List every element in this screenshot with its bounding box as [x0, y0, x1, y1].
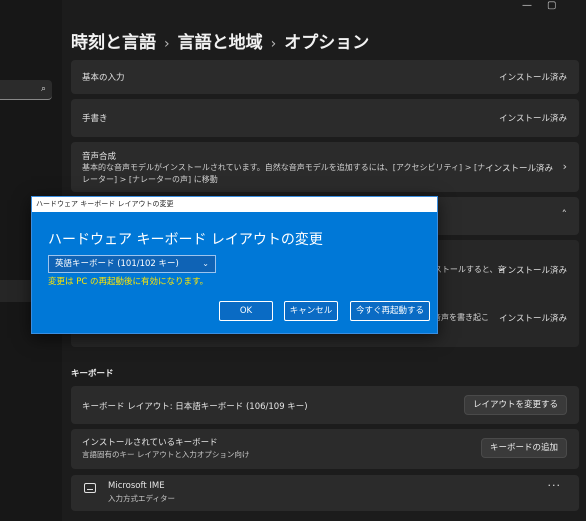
cancel-button[interactable]: キャンセル	[284, 301, 338, 321]
change-layout-button[interactable]: レイアウトを変更する	[463, 395, 567, 415]
card-installed-keyboards: インストールされているキーボード 言語固有のキー レイアウトと入力オプション向け…	[71, 429, 579, 469]
restart-notice: 変更は PC の再起動後に有効になります。	[48, 277, 209, 287]
breadcrumb-language-region[interactable]: 言語と地域	[178, 33, 263, 53]
card-title: 手書き	[82, 114, 108, 124]
card-microsoft-ime[interactable]: Microsoft IME 入力方式エディター ···	[71, 475, 579, 511]
card-subtitle: 言語固有のキー レイアウトと入力オプション向け	[82, 450, 250, 459]
status-text: インストール済み	[499, 114, 567, 124]
card-title: インストールされているキーボード	[82, 438, 218, 448]
card-speech-synthesis[interactable]: 音声合成 基本的な音声モデルがインストールされています。自然な音声モデルを追加す…	[71, 142, 579, 192]
page-title: オプション	[284, 33, 370, 53]
status-text: インストール済み	[485, 164, 553, 174]
layout-select[interactable]: 英語キーボード (101/102 キー) ⌄	[48, 255, 216, 273]
restart-now-button[interactable]: 今すぐ再起動する	[350, 301, 430, 321]
search-input[interactable]: ⌕	[0, 80, 52, 100]
card-title: キーボード レイアウト: 日本語キーボード (106/109 キー)	[82, 402, 308, 412]
status-text: インストール済み	[499, 314, 567, 324]
card-description: 基本的な音声モデルがインストールされています。自然な音声モデルを追加するには、[…	[82, 163, 486, 184]
chevron-right-icon: ›	[270, 36, 277, 52]
dialog-heading: ハードウェア キーボード レイアウトの変更	[48, 232, 323, 248]
dialog-titlebar: ハードウェア キーボード レイアウトの変更	[32, 197, 437, 212]
chevron-down-icon: ⌄	[202, 259, 209, 268]
minimize-button[interactable]: —	[522, 0, 532, 11]
card-handwriting: 手書き インストール済み	[71, 99, 579, 137]
card-basic-input: 基本の入力 インストール済み	[71, 60, 579, 94]
ok-button[interactable]: OK	[219, 301, 273, 321]
card-title: Microsoft IME	[108, 481, 165, 491]
row-text: 音声を書き起こ	[433, 313, 489, 322]
add-keyboard-button[interactable]: キーボードの追加	[480, 438, 567, 458]
breadcrumb: 時刻と言語 › 言語と地域 › オプション	[71, 28, 369, 54]
maximize-button[interactable]: ▢	[547, 0, 556, 11]
status-text: インストール済み	[499, 266, 567, 276]
card-title: 基本の入力	[82, 73, 125, 83]
chevron-right-icon: ›	[164, 36, 170, 52]
card-keyboard-layout: キーボード レイアウト: 日本語キーボード (106/109 キー) レイアウト…	[71, 386, 579, 424]
chevron-up-icon[interactable]: ˄	[562, 208, 568, 221]
status-text: インストール済み	[499, 73, 567, 83]
more-options-icon[interactable]: ···	[548, 479, 562, 492]
keyboard-icon	[84, 483, 96, 493]
card-subtitle: 入力方式エディター	[108, 494, 175, 503]
card-title: 音声合成	[82, 152, 117, 162]
section-keyboard-label: キーボード	[71, 369, 114, 379]
breadcrumb-time-language[interactable]: 時刻と言語	[71, 33, 156, 53]
chevron-right-icon[interactable]: ›	[563, 160, 567, 173]
layout-select-value: 英語キーボード (101/102 キー)	[55, 259, 179, 269]
search-icon[interactable]: ⌕	[41, 84, 46, 94]
change-layout-dialog: ハードウェア キーボード レイアウトの変更 ハードウェア キーボード レイアウト…	[31, 196, 438, 334]
